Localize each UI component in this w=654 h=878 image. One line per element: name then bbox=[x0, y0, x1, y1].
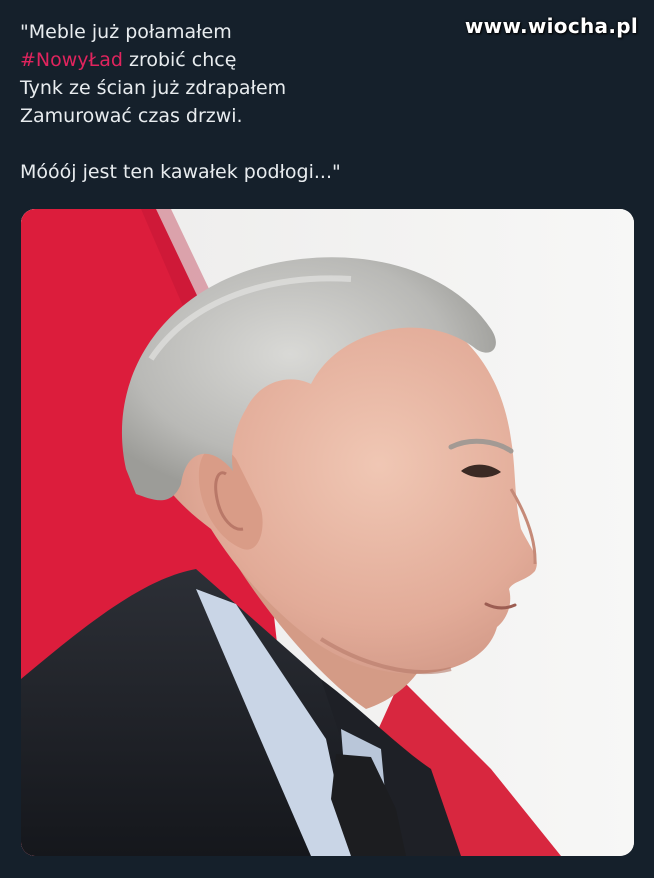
tweet-line-2: #NowyŁad zrobić chcę bbox=[20, 46, 341, 74]
hashtag-link[interactable]: #NowyŁad bbox=[20, 49, 123, 71]
tweet-line-4: Zamurować czas drzwi. bbox=[20, 105, 243, 127]
tweet-line-5: Móóój jest ten kawałek podłogi..." bbox=[20, 161, 341, 183]
tweet-line-2-rest: zrobić chcę bbox=[122, 49, 237, 71]
tweet-line-3: Tynk ze ścian już zdrapałem bbox=[20, 77, 287, 99]
tweet-paragraph-gap bbox=[20, 130, 341, 158]
tweet-line-1: "Meble już połamałem bbox=[20, 21, 232, 43]
watermark-logo: www.wiocha.pl bbox=[464, 14, 638, 38]
tweet-photo[interactable] bbox=[21, 209, 634, 856]
tweet-text: "Meble już połamałem #NowyŁad zrobić chc… bbox=[20, 18, 341, 186]
portrait-photo-icon bbox=[21, 209, 634, 856]
